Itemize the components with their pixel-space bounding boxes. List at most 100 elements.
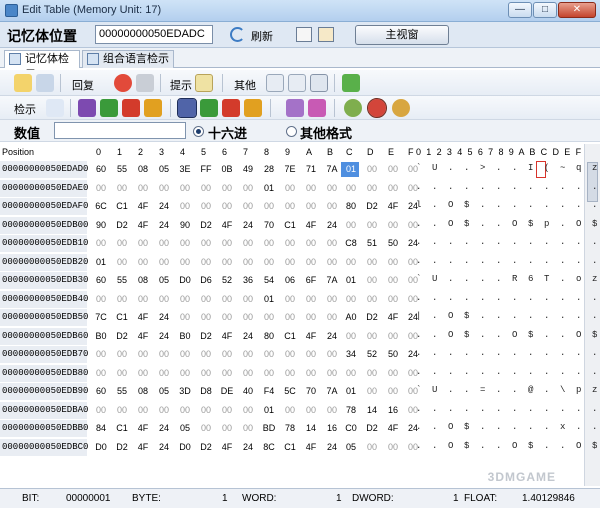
byte-cell[interactable]: A0: [342, 312, 360, 322]
byte-cell[interactable]: 00: [260, 257, 278, 267]
byte-cell[interactable]: 00: [155, 257, 173, 267]
ascii-cell[interactable]: ` U . . . . R 6 T . o z . . . .: [416, 274, 600, 284]
byte-cell[interactable]: 60: [92, 164, 110, 174]
byte-cell[interactable]: 00: [239, 238, 257, 248]
ascii-cell[interactable]: . . O $ . . O $ p . O $ . . . .: [416, 219, 600, 229]
byte-cell[interactable]: 05: [342, 442, 360, 452]
main-view-button[interactable]: 主视窗: [355, 25, 449, 45]
byte-cell[interactable]: 00: [197, 183, 215, 193]
ascii-cell[interactable]: . . . . . . . . . . . . 4 R P $: [416, 348, 600, 358]
byte-cell[interactable]: 00: [363, 275, 381, 285]
byte-cell[interactable]: 3D: [176, 386, 194, 396]
hint-icon[interactable]: [195, 74, 213, 92]
byte-cell[interactable]: 84: [92, 423, 110, 433]
byte-cell[interactable]: 00: [176, 183, 194, 193]
byte-cell[interactable]: 00: [92, 238, 110, 248]
byte-cell[interactable]: 00: [155, 294, 173, 304]
byte-cell[interactable]: 00: [239, 183, 257, 193]
yellow-circle-icon[interactable]: [392, 99, 410, 117]
hex-row[interactable]: 00000000050EDBB0 84 C1 4F 24 05 00 00 00 BD 78 14 16…: [0, 420, 600, 439]
users-icon[interactable]: [36, 74, 54, 92]
ascii-cell[interactable]: . . O $ . . O $ . . O $ . . . .: [416, 330, 600, 340]
byte-cell[interactable]: 24: [239, 220, 257, 230]
byte-cell[interactable]: 78: [342, 405, 360, 415]
byte-cell[interactable]: C1: [113, 423, 131, 433]
byte-cell[interactable]: 00: [384, 368, 402, 378]
byte-cell[interactable]: 00: [155, 349, 173, 359]
byte-cell[interactable]: B0: [92, 331, 110, 341]
byte-cell[interactable]: 06: [281, 275, 299, 285]
byte-cell[interactable]: 00: [260, 312, 278, 322]
byte-cell[interactable]: 08: [134, 164, 152, 174]
ascii-cell[interactable]: . . . . . . . . . . . . . . . .: [416, 256, 600, 266]
byte-cell[interactable]: D2: [113, 220, 131, 230]
byte-cell[interactable]: 00: [176, 238, 194, 248]
byte-cell[interactable]: 00: [302, 349, 320, 359]
byte-cell[interactable]: 80: [342, 201, 360, 211]
byte-cell[interactable]: 5C: [281, 386, 299, 396]
byte-cell[interactable]: 24: [239, 331, 257, 341]
byte-cell[interactable]: 00: [342, 331, 360, 341]
byte-cell[interactable]: 00: [281, 183, 299, 193]
byte-cell[interactable]: 00: [384, 220, 402, 230]
other-button[interactable]: 其他: [234, 77, 256, 93]
ascii-cell[interactable]: . . . . . . . . . . . . . . . .: [416, 293, 600, 303]
byte-cell[interactable]: 00: [134, 349, 152, 359]
byte-cell[interactable]: 00: [342, 368, 360, 378]
hex-radio-label[interactable]: 十六进: [208, 123, 247, 142]
byte-cell[interactable]: 4F: [384, 312, 402, 322]
byte-cell[interactable]: 14: [363, 405, 381, 415]
byte-cell[interactable]: 00: [384, 164, 402, 174]
byte-cell[interactable]: 4F: [302, 331, 320, 341]
byte-cell[interactable]: 00: [323, 238, 341, 248]
memory-address-input[interactable]: 00000000050EDADC: [95, 25, 213, 44]
byte-cell[interactable]: 00: [281, 257, 299, 267]
byte-cell[interactable]: 00: [323, 368, 341, 378]
byte-cell[interactable]: 52: [363, 349, 381, 359]
byte-cell[interactable]: 05: [155, 275, 173, 285]
byte-cell[interactable]: 00: [176, 257, 194, 267]
byte-cell[interactable]: 00: [323, 312, 341, 322]
ascii-cell[interactable]: . . . . . . . . . . . . x . . .: [416, 404, 600, 414]
byte-cell[interactable]: 00: [134, 294, 152, 304]
byte-cell[interactable]: 00: [197, 201, 215, 211]
byte-cell[interactable]: 4F: [384, 423, 402, 433]
byte-cell[interactable]: 00: [342, 257, 360, 267]
hex-row[interactable]: 00000000050EDB60 B0 D2 4F 24 B0 D2 4F 24 80 C1 4F 24…: [0, 327, 600, 347]
byte-cell[interactable]: 01: [260, 294, 278, 304]
dec-q-icon[interactable]: [144, 99, 162, 117]
byte-cell[interactable]: 51: [363, 238, 381, 248]
byte-cell[interactable]: 24: [155, 312, 173, 322]
byte-cell[interactable]: 00: [197, 368, 215, 378]
byte-cell[interactable]: 00: [113, 349, 131, 359]
byte-cell[interactable]: 00: [113, 294, 131, 304]
byte-cell[interactable]: C1: [281, 442, 299, 452]
byte-cell[interactable]: 00: [176, 201, 194, 211]
byte-cell[interactable]: 7A: [323, 386, 341, 396]
byte-cell[interactable]: 24: [155, 331, 173, 341]
hex-row[interactable]: 00000000050EDBA0 00 00 00 00 00 00 00 00 01 00 00 00…: [0, 401, 600, 421]
byte-cell[interactable]: 00: [363, 220, 381, 230]
byte-cell[interactable]: 05: [176, 423, 194, 433]
byte-cell[interactable]: 00: [239, 405, 257, 415]
hex-row[interactable]: 00000000050EDB40 00 00 00 00 00 00 00 00 01 00 00 00…: [0, 290, 600, 310]
byte-cell[interactable]: 00: [281, 368, 299, 378]
byte-cell[interactable]: 7C: [92, 312, 110, 322]
byte-cell[interactable]: D2: [197, 442, 215, 452]
byte-cell[interactable]: 00: [384, 442, 402, 452]
red-circle-icon[interactable]: [367, 98, 387, 118]
byte-cell[interactable]: 00: [176, 405, 194, 415]
byte-cell[interactable]: 16: [323, 423, 341, 433]
byte-cell[interactable]: 00: [260, 201, 278, 211]
byte-cell[interactable]: C1: [113, 201, 131, 211]
window-icon[interactable]: [296, 27, 312, 42]
byte-cell[interactable]: 00: [363, 368, 381, 378]
hex-row[interactable]: 00000000050EDB50 7C C1 4F 24 00 00 00 00 00 00 00 00…: [0, 309, 600, 328]
byte-cell[interactable]: 00: [323, 294, 341, 304]
byte-cell[interactable]: 4F: [134, 220, 152, 230]
copy-icon[interactable]: [288, 74, 306, 92]
tab-assembly-view[interactable]: 组合语言检示: [82, 50, 174, 68]
byte-cell[interactable]: 00: [197, 405, 215, 415]
hex-row[interactable]: 00000000050EDB80 00 00 00 00 00 00 00 00 00 00 00 00…: [0, 364, 600, 384]
ascii-cell[interactable]: . . . . . . . . . . . . . . . .: [416, 367, 600, 377]
